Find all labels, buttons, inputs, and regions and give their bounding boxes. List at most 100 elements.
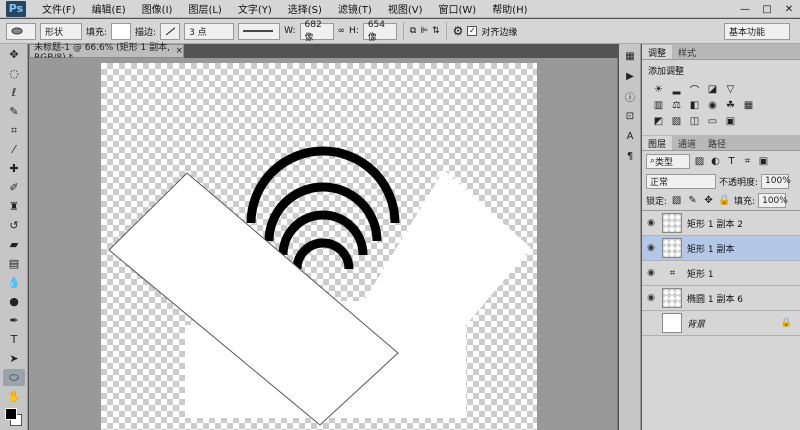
tab-layers[interactable]: 图层 [642,136,673,150]
lasso-tool-icon[interactable]: ℓ [3,84,25,101]
menu-image[interactable]: 图像(I) [134,1,181,16]
document-tab[interactable]: 未标题-1 @ 66.6% (矩形 1 副本, RGB/8) * × [29,43,184,63]
layer-row[interactable]: ◉ ⌗ 矩形 1 [642,261,800,286]
character-icon[interactable]: A [622,128,638,144]
lock-transparency-icon[interactable]: ▧ [670,195,683,207]
quick-select-tool-icon[interactable]: ✎ [3,103,25,120]
blend-mode-select[interactable]: 正常 [646,173,716,189]
paragraph-icon[interactable]: ¶ [622,148,638,164]
properties-icon[interactable]: ⊡ [622,108,638,124]
layer-row[interactable]: ◉ 矩形 1 副本 2 [642,211,800,236]
black-white-icon[interactable]: ◧ [688,99,701,111]
layer-filter-select[interactable]: ⌕ 类型 [646,153,690,169]
lock-all-icon[interactable]: 🔒 [718,195,731,207]
type-tool-icon[interactable]: T [3,331,25,348]
path-alignment-icon[interactable]: ⊫ [420,26,428,36]
tab-channels[interactable]: 通道 [672,136,702,150]
filter-smart-icon[interactable]: ▣ [757,155,770,167]
eye-icon[interactable]: ◉ [642,293,660,303]
healing-brush-tool-icon[interactable]: ✚ [3,160,25,177]
pen-tool-icon[interactable]: ✒ [3,312,25,329]
info-icon[interactable]: ⓘ [622,88,638,104]
threshold-icon[interactable]: ◫ [688,115,701,127]
brightness-icon[interactable]: ☀ [652,83,665,95]
lock-pixels-icon[interactable]: ✎ [686,195,699,207]
eye-icon[interactable]: ◉ [642,218,660,228]
tab-styles[interactable]: 样式 [672,45,702,59]
layer-row[interactable]: ◉ 椭圆 1 副本 6 [642,286,800,311]
fill-swatch[interactable] [111,22,132,40]
close-tab-icon[interactable]: × [175,46,183,56]
curves-icon[interactable]: ⌒ [688,83,701,97]
menu-type[interactable]: 文字(Y) [230,1,280,16]
gear-icon[interactable]: ⚙ [453,24,464,38]
eye-icon[interactable]: ◉ [642,243,660,253]
selective-color-icon[interactable]: ▣ [724,115,737,127]
move-tool-icon[interactable]: ✥ [3,46,25,63]
align-edges-checkbox[interactable]: ✓ [467,26,478,36]
filter-adjustment-icon[interactable]: ◐ [709,155,722,167]
blur-tool-icon[interactable]: 💧 [3,274,25,291]
stroke-width-input[interactable]: 3 点 [184,22,235,40]
gradient-tool-icon[interactable]: ▤ [3,255,25,272]
channel-mixer-icon[interactable]: ☘ [724,99,737,111]
filter-pixel-icon[interactable]: ▨ [693,155,706,167]
crop-tool-icon[interactable]: ⌗ [3,122,25,139]
posterize-icon[interactable]: ▨ [670,115,683,127]
menu-select[interactable]: 选择(S) [280,1,330,16]
menu-window[interactable]: 窗口(W) [430,1,484,16]
vibrance-icon[interactable]: ▽ [724,83,737,95]
levels-icon[interactable]: ▂ [670,83,683,95]
layer-row[interactable]: 背景 🔒 [642,311,800,336]
fill-input[interactable]: 100% [758,193,788,208]
gradient-map-icon[interactable]: ▭ [706,115,719,127]
canvas[interactable] [101,63,537,430]
workspace-select[interactable]: 基本功能 [724,23,790,40]
hue-saturation-icon[interactable]: ▥ [652,99,665,111]
marquee-tool-icon[interactable]: ◌ [3,65,25,82]
filter-shape-icon[interactable]: ⌗ [741,155,754,167]
eyedropper-tool-icon[interactable]: ⁄ [3,141,25,158]
menu-edit[interactable]: 编辑(E) [84,1,134,16]
menu-view[interactable]: 视图(V) [380,1,431,16]
stroke-type-select[interactable] [238,22,281,40]
eye-icon[interactable]: ◉ [642,268,660,278]
path-selection-tool-icon[interactable]: ➤ [3,350,25,367]
color-lookup-icon[interactable]: ▦ [742,99,755,111]
opacity-input[interactable]: 100% [761,173,791,189]
invert-icon[interactable]: ◩ [652,115,665,127]
link-icon[interactable]: ∞ [338,26,346,36]
exposure-icon[interactable]: ◪ [706,83,719,95]
filter-type-icon[interactable]: T [725,155,738,167]
stroke-swatch[interactable] [160,22,181,40]
path-operations-icon[interactable]: ⧉ [410,26,416,36]
mode-select[interactable]: 形状 [40,22,82,40]
clone-stamp-tool-icon[interactable]: ♜ [3,198,25,215]
layer-row[interactable]: ◉ 矩形 1 副本 [642,236,800,261]
tab-paths[interactable]: 路径 [702,136,732,150]
color-balance-icon[interactable]: ⚖ [670,99,683,111]
history-brush-tool-icon[interactable]: ↺ [3,217,25,234]
dodge-tool-icon[interactable]: ● [3,293,25,310]
tab-adjustments[interactable]: 调整 [642,45,673,59]
lock-position-icon[interactable]: ✥ [702,195,715,207]
path-arrangement-icon[interactable]: ⇅ [432,26,440,36]
foreground-color-swatch[interactable] [5,408,17,420]
menu-layer[interactable]: 图层(L) [180,1,229,16]
maximize-button[interactable]: □ [756,0,778,18]
brush-tool-icon[interactable]: ✐ [3,179,25,196]
menu-help[interactable]: 帮助(H) [484,1,535,16]
ellipse-shape-tool-icon[interactable]: ⬭ [3,369,25,386]
photo-filter-icon[interactable]: ◉ [706,99,719,111]
history-icon[interactable]: ▦ [622,48,638,64]
menu-filter[interactable]: 滤镜(T) [330,1,380,16]
height-input[interactable]: 654 像 [362,20,397,43]
tool-preset-picker[interactable] [6,22,36,40]
play-actions-icon[interactable]: ▶ [622,68,638,84]
close-button[interactable]: ✕ [778,0,800,18]
hand-tool-icon[interactable]: ✋ [3,388,25,405]
menu-file[interactable]: 文件(F) [34,1,84,16]
width-input[interactable]: 682 像 [299,20,334,43]
minimize-button[interactable]: — [734,0,756,18]
eraser-tool-icon[interactable]: ▰ [3,236,25,253]
